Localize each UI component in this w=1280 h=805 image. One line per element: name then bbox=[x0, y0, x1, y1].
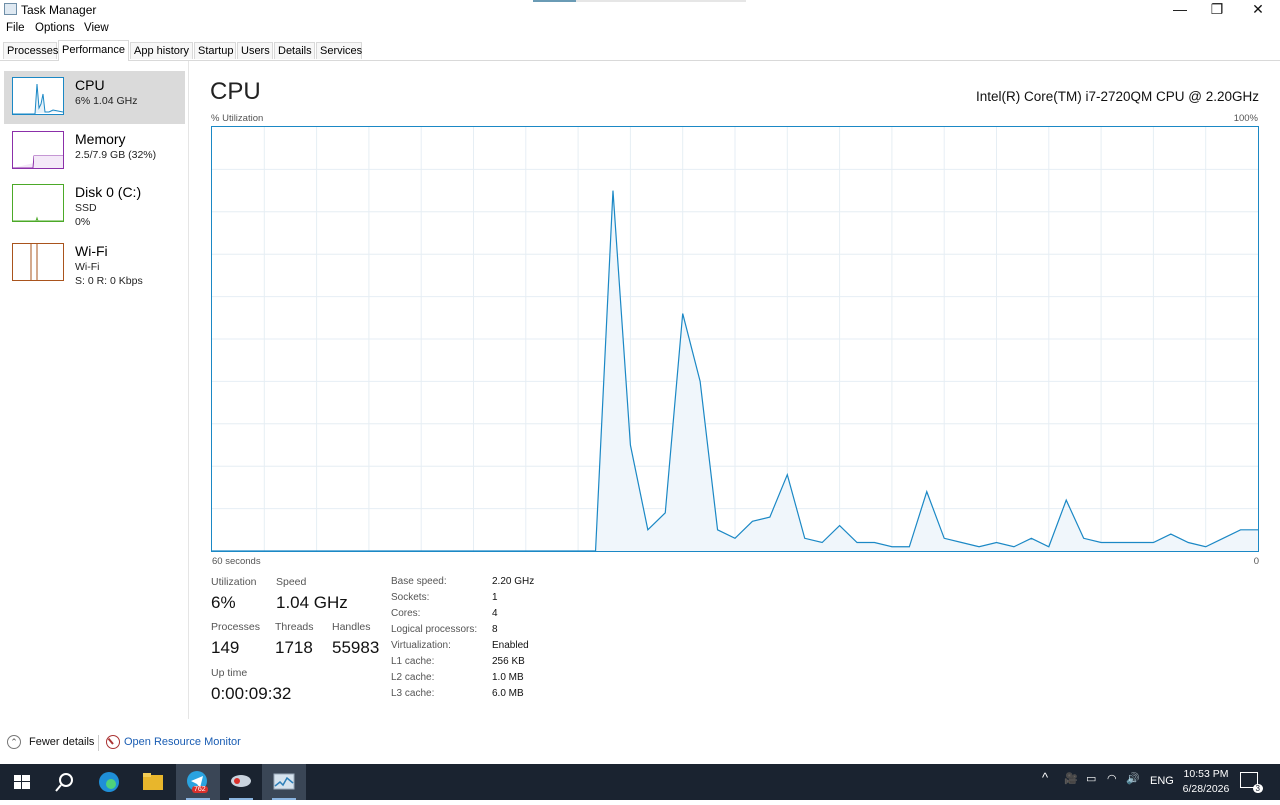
processes-value: 149 bbox=[211, 638, 240, 657]
wifi-icon[interactable]: ◠ bbox=[1107, 772, 1117, 785]
task-manager-icon bbox=[4, 3, 17, 15]
volume-icon[interactable]: 🔊 bbox=[1126, 772, 1140, 785]
menu-view[interactable]: View bbox=[84, 22, 109, 34]
taskbar: 762 ^ 🎥 ▭ ◠ 🔊 ENG bbox=[0, 764, 1280, 800]
sidebar-item-subtitle-2: 0% bbox=[75, 216, 91, 228]
chart-grid bbox=[212, 127, 1258, 551]
title-bar: Task Manager — ❐ ✕ bbox=[0, 0, 1280, 20]
search-icon[interactable] bbox=[42, 764, 86, 800]
uptime-value: 0:00:09:32 bbox=[211, 684, 292, 703]
speed-label: Speed bbox=[276, 576, 307, 588]
chevron-up-icon[interactable]: ⌃ bbox=[7, 735, 21, 749]
open-resource-monitor-link[interactable]: Open Resource Monitor bbox=[124, 736, 241, 748]
sockets-value: 1 bbox=[492, 592, 498, 603]
edge-icon[interactable] bbox=[87, 764, 131, 800]
sidebar-item-subtitle: Wi-Fi bbox=[75, 261, 100, 273]
sidebar-item-subtitle-2: S: 0 R: 0 Kbps bbox=[75, 275, 143, 287]
system-clock[interactable]: 10:53 PM 6/28/2026 bbox=[1180, 767, 1232, 797]
window-title: Task Manager bbox=[21, 3, 97, 17]
l1-cache-label: L1 cache: bbox=[391, 656, 435, 667]
threads-value: 1718 bbox=[275, 638, 313, 657]
x-axis-label: 60 seconds bbox=[212, 556, 261, 567]
threads-label: Threads bbox=[275, 621, 314, 633]
memory-thumbnail-graph bbox=[12, 131, 64, 169]
notification-center-icon[interactable]: 3 bbox=[1240, 772, 1263, 793]
title-drag-accent bbox=[533, 0, 576, 2]
uptime-label: Up time bbox=[211, 667, 248, 679]
l2-cache-value: 1.0 MB bbox=[492, 672, 524, 683]
tab-services[interactable]: Services bbox=[316, 42, 362, 59]
tab-performance[interactable]: Performance bbox=[58, 40, 129, 61]
l3-cache-label: L3 cache: bbox=[391, 688, 435, 699]
wifi-thumbnail-graph bbox=[12, 243, 64, 281]
cpu-thumbnail-graph bbox=[12, 77, 64, 115]
tab-app-history[interactable]: App history bbox=[130, 42, 193, 59]
sockets-label: Sockets: bbox=[391, 592, 430, 603]
logical-processors-value: 8 bbox=[492, 624, 498, 635]
sidebar-item-disk[interactable]: Disk 0 (C:) SSD 0% bbox=[4, 178, 185, 231]
menu-options[interactable]: Options bbox=[35, 22, 75, 34]
sidebar-item-wifi[interactable]: Wi-Fi Wi-Fi S: 0 R: 0 Kbps bbox=[4, 237, 185, 290]
y-axis-label: % Utilization bbox=[211, 113, 264, 124]
speed-value: 1.04 GHz bbox=[276, 593, 348, 612]
minimize-button[interactable]: — bbox=[1160, 0, 1200, 20]
windows-start-icon[interactable] bbox=[0, 764, 44, 800]
handles-value: 55983 bbox=[332, 638, 380, 657]
language-indicator[interactable]: ENG bbox=[1150, 775, 1174, 787]
sidebar-item-cpu[interactable]: CPU 6% 1.04 GHz bbox=[4, 71, 185, 124]
sidebar-item-memory[interactable]: Memory 2.5/7.9 GB (32%) bbox=[4, 125, 185, 178]
page-title: CPU bbox=[210, 78, 261, 105]
clock-date: 6/28/2026 bbox=[1182, 783, 1230, 795]
sidebar-item-subtitle: SSD bbox=[75, 202, 97, 214]
sidebar-item-title: CPU bbox=[75, 77, 105, 93]
sidebar-item-subtitle: 6% 1.04 GHz bbox=[75, 95, 138, 107]
virtualization-value: Enabled bbox=[492, 640, 529, 651]
utilization-value: 6% bbox=[211, 593, 236, 612]
tab-users[interactable]: Users bbox=[237, 42, 273, 59]
base-speed-value: 2.20 GHz bbox=[492, 576, 535, 587]
fewer-details-button[interactable]: Fewer details bbox=[29, 736, 94, 748]
cores-value: 4 bbox=[492, 608, 498, 619]
tab-startup[interactable]: Startup bbox=[194, 42, 236, 59]
sidebar-item-subtitle: 2.5/7.9 GB (32%) bbox=[75, 149, 157, 161]
cpu-model-name: Intel(R) Core(TM) i7-2720QM CPU @ 2.20GH… bbox=[975, 89, 1259, 104]
maximize-button[interactable]: ❐ bbox=[1197, 0, 1237, 20]
utilization-label: Utilization bbox=[211, 576, 257, 588]
close-button[interactable]: ✕ bbox=[1238, 0, 1278, 20]
cpu-utilization-graph bbox=[211, 126, 1259, 552]
virtualization-label: Virtualization: bbox=[391, 640, 451, 651]
logical-processors-label: Logical processors: bbox=[391, 624, 478, 635]
snipping-tool-icon[interactable] bbox=[219, 764, 263, 800]
telegram-badge: 762 bbox=[192, 786, 208, 793]
meet-now-icon[interactable]: 🎥 bbox=[1064, 772, 1078, 785]
resource-monitor-icon bbox=[106, 735, 120, 749]
tab-processes[interactable]: Processes bbox=[3, 42, 58, 59]
notification-count-badge: 3 bbox=[1252, 784, 1263, 793]
sidebar-item-title: Wi-Fi bbox=[75, 243, 108, 259]
l1-cache-value: 256 KB bbox=[492, 656, 525, 667]
sidebar-item-title: Memory bbox=[75, 131, 126, 147]
footer-divider bbox=[98, 735, 99, 751]
l2-cache-label: L2 cache: bbox=[391, 672, 435, 683]
processes-label: Processes bbox=[211, 621, 261, 633]
battery-icon[interactable]: ▭ bbox=[1086, 772, 1096, 785]
footer-bar: ⌃ Fewer details Open Resource Monitor bbox=[0, 730, 1280, 756]
performance-sidebar: CPU 6% 1.04 GHz Memory 2.5/7.9 GB (32%) … bbox=[0, 61, 189, 719]
menu-file[interactable]: File bbox=[6, 22, 25, 34]
task-manager-icon[interactable] bbox=[262, 764, 306, 800]
telegram-icon[interactable]: 762 bbox=[176, 764, 220, 800]
sidebar-item-title: Disk 0 (C:) bbox=[75, 184, 142, 200]
clock-time: 10:53 PM bbox=[1183, 768, 1229, 780]
l3-cache-value: 6.0 MB bbox=[492, 688, 524, 699]
file-explorer-icon[interactable] bbox=[131, 764, 175, 800]
disk-thumbnail-graph bbox=[12, 184, 64, 222]
tab-details[interactable]: Details bbox=[274, 42, 315, 59]
x-axis-end-label: 0 bbox=[1253, 556, 1259, 567]
y-axis-max-label: 100% bbox=[1233, 113, 1258, 124]
handles-label: Handles bbox=[332, 621, 371, 633]
base-speed-label: Base speed: bbox=[391, 576, 447, 587]
cores-label: Cores: bbox=[391, 608, 421, 619]
tray-overflow-chevron-icon[interactable]: ^ bbox=[1042, 770, 1048, 785]
tab-strip: Processes Performance App history Startu… bbox=[0, 40, 1280, 61]
